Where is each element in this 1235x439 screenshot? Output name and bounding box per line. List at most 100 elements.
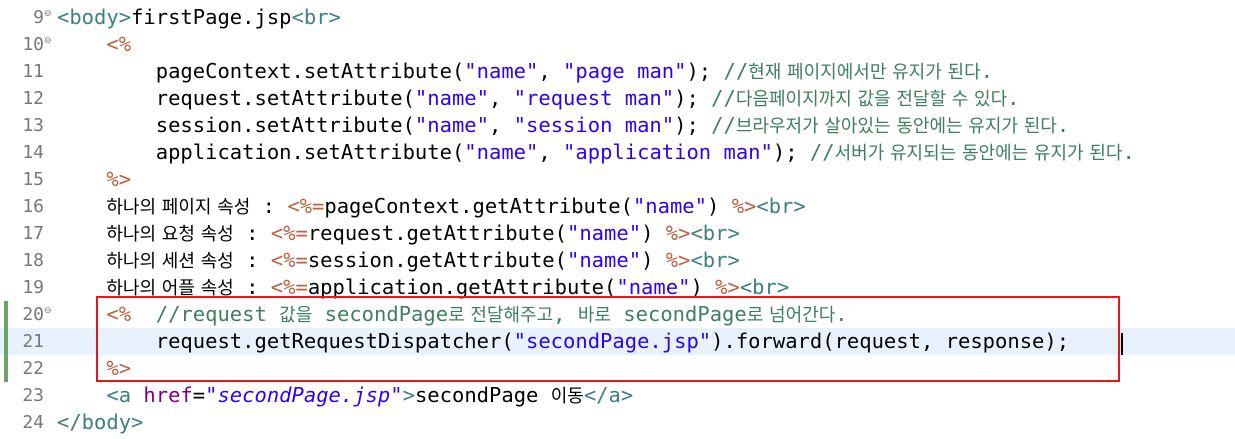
line-number: 22 bbox=[22, 358, 44, 379]
code-line[interactable]: 9 ⊖ <body>firstPage.jsp<br> bbox=[0, 4, 1235, 31]
code-token: <%= bbox=[270, 221, 308, 245]
code-token: 하나의 요청 속성 : bbox=[106, 221, 271, 245]
code-token: "name" bbox=[464, 140, 539, 164]
code-token: "name" bbox=[567, 248, 642, 272]
code-token: %> bbox=[665, 221, 691, 245]
code-token: "name" bbox=[464, 59, 539, 83]
line-number: 12 bbox=[22, 88, 44, 109]
line-number: 11 bbox=[22, 61, 44, 82]
code-token: <br> bbox=[291, 5, 341, 29]
code-token: "name" bbox=[414, 86, 489, 110]
code-token: %> bbox=[731, 194, 757, 218]
line-number: 15 bbox=[22, 169, 44, 190]
code-token: ) bbox=[641, 248, 666, 272]
code-text: 하나의 세션 속성 : <%=session.getAttribute("nam… bbox=[57, 247, 740, 275]
code-line[interactable]: 18 하나의 세션 속성 : <%=session.getAttribute("… bbox=[0, 247, 1235, 274]
code-token: "secondPage.jsp" bbox=[205, 383, 403, 407]
code-line[interactable]: 14 application.setAttribute("name", "app… bbox=[0, 139, 1235, 166]
code-token: ); bbox=[674, 113, 712, 137]
code-text: <body>firstPage.jsp<br> bbox=[57, 4, 341, 31]
code-token: //브라우저가 살아있는 동안에는 유지가 된다. bbox=[711, 113, 1070, 137]
code-token: </body> bbox=[57, 410, 144, 434]
code-line[interactable]: 13 session.setAttribute("name", "session… bbox=[0, 112, 1235, 139]
code-token: //현재 페이지에서만 유지가 된다. bbox=[723, 59, 993, 83]
code-line[interactable]: 24 </body> bbox=[0, 409, 1235, 436]
code-token: <% bbox=[106, 32, 132, 56]
code-token: , bbox=[538, 140, 564, 164]
code-text: <a href="secondPage.jsp">secondPage 이동</… bbox=[57, 382, 633, 410]
line-number: 13 bbox=[22, 115, 44, 136]
line-number: 20 bbox=[22, 304, 44, 325]
code-token: ); bbox=[674, 86, 712, 110]
code-token: pageContext.getAttribute( bbox=[324, 194, 633, 218]
line-number: 10 bbox=[22, 34, 44, 55]
code-text: session.setAttribute("name", "session ma… bbox=[57, 112, 1069, 140]
code-token: ) bbox=[641, 221, 666, 245]
code-text: </body> bbox=[57, 409, 143, 436]
fold-toggle-icon[interactable]: ⊖ bbox=[44, 305, 52, 317]
code-token: > bbox=[402, 383, 415, 407]
code-line[interactable]: 17 하나의 요청 속성 : <%=request.getAttribute("… bbox=[0, 220, 1235, 247]
code-token: request.setAttribute( bbox=[57, 86, 415, 110]
code-token: href bbox=[143, 383, 193, 407]
code-token: "page man" bbox=[563, 59, 687, 83]
code-token: application.setAttribute( bbox=[57, 140, 465, 164]
code-token: ); bbox=[686, 59, 724, 83]
code-token: <%= bbox=[270, 248, 308, 272]
code-token: , bbox=[488, 86, 514, 110]
code-token: //다음페이지까지 값을 전달할 수 있다. bbox=[711, 86, 1020, 110]
code-token: session.getAttribute( bbox=[307, 248, 567, 272]
code-token: "name" bbox=[414, 113, 489, 137]
code-text: %> bbox=[57, 166, 131, 193]
code-token: firstPage.jsp bbox=[131, 5, 292, 29]
code-token: %> bbox=[106, 167, 132, 191]
code-token: secondPage 이동 bbox=[414, 383, 584, 407]
code-token: "name" bbox=[567, 221, 642, 245]
line-number: 14 bbox=[22, 142, 44, 163]
fold-toggle-icon[interactable]: ⊖ bbox=[44, 35, 52, 47]
code-token: ) bbox=[707, 194, 732, 218]
code-text: 하나의 요청 속성 : <%=request.getAttribute("nam… bbox=[57, 220, 740, 248]
code-token: , bbox=[488, 113, 514, 137]
code-token: <%= bbox=[287, 194, 325, 218]
line-number: 21 bbox=[22, 331, 44, 352]
code-token: //서버가 유지되는 동안에는 유지가 된다. bbox=[809, 140, 1135, 164]
code-token: "session man" bbox=[513, 113, 675, 137]
code-token: 하나의 세션 속성 : bbox=[106, 248, 271, 272]
line-number: 24 bbox=[22, 412, 44, 433]
code-token: <br> bbox=[690, 248, 740, 272]
code-token: </a> bbox=[583, 383, 634, 407]
code-line[interactable]: 15 %> bbox=[0, 166, 1235, 193]
code-token: 하나의 페이지 속성 : bbox=[106, 194, 288, 218]
code-line[interactable]: 16 하나의 페이지 속성 : <%=pageContext.getAttrib… bbox=[0, 193, 1235, 220]
code-token: <br> bbox=[756, 194, 806, 218]
code-line[interactable]: 23 <a href="secondPage.jsp">secondPage 이… bbox=[0, 382, 1235, 409]
line-number: 17 bbox=[22, 223, 44, 244]
line-number: 9 bbox=[33, 7, 44, 28]
code-token: <br> bbox=[690, 221, 740, 245]
code-token: ); bbox=[772, 140, 810, 164]
code-text: pageContext.setAttribute("name", "page m… bbox=[57, 58, 993, 86]
code-token: request.getAttribute( bbox=[307, 221, 567, 245]
code-line[interactable]: 11 pageContext.setAttribute("name", "pag… bbox=[0, 58, 1235, 85]
code-line[interactable]: 10 ⊖ <% bbox=[0, 31, 1235, 58]
code-token: "name" bbox=[632, 194, 707, 218]
code-text: <% bbox=[57, 31, 131, 58]
fold-toggle-icon[interactable]: ⊖ bbox=[44, 8, 52, 20]
line-number: 18 bbox=[22, 250, 44, 271]
code-token: = bbox=[192, 383, 206, 407]
code-token: %> bbox=[665, 248, 691, 272]
text-cursor bbox=[1121, 333, 1123, 355]
code-token: <body> bbox=[57, 5, 132, 29]
code-text: request.setAttribute("name", "request ma… bbox=[57, 85, 1020, 113]
code-token: "request man" bbox=[513, 86, 675, 110]
highlight-annotation-box bbox=[96, 296, 1120, 382]
code-token: , bbox=[538, 59, 564, 83]
line-number: 19 bbox=[22, 277, 44, 298]
line-number: 16 bbox=[22, 196, 44, 217]
code-line[interactable]: 12 request.setAttribute("name", "request… bbox=[0, 85, 1235, 112]
line-number: 23 bbox=[22, 385, 44, 406]
code-token: <a bbox=[106, 383, 144, 407]
